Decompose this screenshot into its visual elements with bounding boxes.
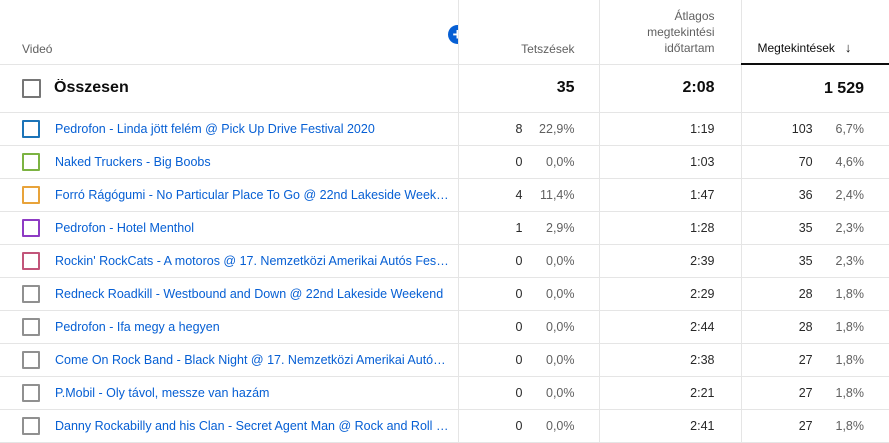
likes-column-header[interactable]: Tetszések <box>458 0 600 65</box>
table-row: Danny Rockabilly and his Clan - Secret A… <box>0 409 889 443</box>
video-title-link[interactable]: Naked Truckers - Big Boobs <box>55 155 451 169</box>
table-row: P.Mobil - Oly távol, messze van hazám 0 0,… <box>0 376 889 410</box>
views-percent: 1,8% <box>835 386 865 400</box>
table-row: Pedrofon - Ifa megy a hegyen 0 0,0% 2:44 28 1… <box>0 310 889 344</box>
total-label: Összesen <box>54 79 129 97</box>
analytics-table: Videó + Tetszések Átlagos megtekintési i… <box>0 0 889 443</box>
views-value: 103 <box>791 122 813 136</box>
table-row: Pedrofon - Hotel Menthol 1 2,9% 1:28 35 2,3% <box>0 211 889 245</box>
video-title-link[interactable]: P.Mobil - Oly távol, messze van hazám <box>55 386 451 400</box>
likes-value: 0 <box>515 419 523 433</box>
views-column-label: Megtekintések <box>757 41 835 55</box>
row-checkbox[interactable] <box>22 285 40 303</box>
table-row: Pedrofon - Linda jött felém @ Pick Up Dr… <box>0 112 889 146</box>
views-value: 28 <box>798 320 813 334</box>
video-title-link[interactable]: Pedrofon - Linda jött felém @ Pick Up Dr… <box>55 122 451 136</box>
avg-duration-value: 2:44 <box>599 310 742 344</box>
views-value: 27 <box>798 353 813 367</box>
video-title-link[interactable]: Come On Rock Band - Black Night @ 17. Ne… <box>55 353 451 367</box>
avg-duration-label-line-3: időtartam <box>664 40 715 55</box>
likes-value: 1 <box>515 221 523 235</box>
video-column-header: Videó + <box>0 0 459 65</box>
row-checkbox[interactable] <box>22 120 40 138</box>
row-checkbox[interactable] <box>22 351 40 369</box>
table-row: Rockin' RockCats - A motoros @ 17. Nemze… <box>0 244 889 278</box>
table-row: Come On Rock Band - Black Night @ 17. Ne… <box>0 343 889 377</box>
plus-circle-icon[interactable]: + <box>448 25 457 44</box>
avg-duration-value: 2:41 <box>599 409 742 443</box>
likes-percent: 0,0% <box>546 287 575 301</box>
avg-duration-label-line-1: Átlagos <box>674 8 715 23</box>
header-row: Videó + Tetszések Átlagos megtekintési i… <box>0 0 889 65</box>
views-percent: 1,8% <box>835 419 865 433</box>
avg-duration-column-header[interactable]: Átlagos megtekintési időtartam <box>599 0 742 65</box>
likes-percent: 0,0% <box>546 254 575 268</box>
table-row: Naked Truckers - Big Boobs 0 0,0% 1:03 70 4,6… <box>0 145 889 179</box>
video-title-link[interactable]: Pedrofon - Ifa megy a hegyen <box>55 320 451 334</box>
video-title-link[interactable]: Pedrofon - Hotel Menthol <box>55 221 451 235</box>
likes-value: 0 <box>515 353 523 367</box>
row-checkbox[interactable] <box>22 318 40 336</box>
views-value: 35 <box>798 221 813 235</box>
total-views: 1 529 <box>741 64 889 113</box>
views-value: 27 <box>798 386 813 400</box>
total-likes: 35 <box>458 64 600 113</box>
likes-percent: 0,0% <box>546 155 575 169</box>
likes-percent: 0,0% <box>546 353 575 367</box>
avg-duration-value: 1:19 <box>599 112 742 146</box>
views-percent: 2,4% <box>835 188 865 202</box>
likes-value: 0 <box>515 287 523 301</box>
avg-duration-value: 1:28 <box>599 211 742 245</box>
row-checkbox[interactable] <box>22 219 40 237</box>
row-checkbox[interactable] <box>22 153 40 171</box>
views-percent: 2,3% <box>835 254 865 268</box>
avg-duration-value: 2:29 <box>599 277 742 311</box>
likes-value: 0 <box>515 155 523 169</box>
total-avg-duration: 2:08 <box>599 64 742 113</box>
likes-value: 0 <box>515 320 523 334</box>
total-checkbox[interactable] <box>22 78 41 98</box>
likes-percent: 22,9% <box>539 122 575 136</box>
likes-percent: 0,0% <box>546 320 575 334</box>
views-value: 70 <box>798 155 813 169</box>
views-percent: 1,8% <box>835 353 865 367</box>
views-value: 27 <box>798 419 813 433</box>
views-percent: 4,6% <box>835 155 865 169</box>
views-column-header[interactable]: Megtekintések ↓ <box>741 0 889 65</box>
video-title-link[interactable]: Danny Rockabilly and his Clan - Secret A… <box>55 419 451 433</box>
sort-arrow-down-icon: ↓ <box>844 40 852 55</box>
avg-duration-value: 1:47 <box>599 178 742 212</box>
video-title-link[interactable]: Forró Rágógumi - No Particular Place To … <box>55 188 451 202</box>
avg-duration-value: 2:38 <box>599 343 742 377</box>
views-value: 28 <box>798 287 813 301</box>
total-row: Összesen 35 2:08 1 529 <box>0 64 889 113</box>
avg-duration-value: 2:39 <box>599 244 742 278</box>
likes-value: 0 <box>515 386 523 400</box>
avg-duration-value: 1:03 <box>599 145 742 179</box>
table-row: Redneck Roadkill - Westbound and Down @ … <box>0 277 889 311</box>
row-checkbox[interactable] <box>22 186 40 204</box>
avg-duration-value: 2:21 <box>599 376 742 410</box>
likes-value: 0 <box>515 254 523 268</box>
row-checkbox[interactable] <box>22 417 40 435</box>
video-title-link[interactable]: Redneck Roadkill - Westbound and Down @ … <box>55 287 451 301</box>
avg-duration-label-line-2: megtekintési <box>647 24 715 39</box>
views-percent: 1,8% <box>835 287 865 301</box>
video-title-link[interactable]: Rockin' RockCats - A motoros @ 17. Nemze… <box>55 254 451 268</box>
likes-value: 4 <box>515 188 523 202</box>
views-percent: 6,7% <box>835 122 865 136</box>
likes-percent: 2,9% <box>546 221 575 235</box>
likes-percent: 0,0% <box>546 419 575 433</box>
video-column-label: Videó <box>22 41 53 56</box>
likes-percent: 11,4% <box>539 188 575 202</box>
views-percent: 2,3% <box>835 221 865 235</box>
likes-value: 8 <box>515 122 523 136</box>
row-checkbox[interactable] <box>22 252 40 270</box>
table-row: Forró Rágógumi - No Particular Place To … <box>0 178 889 212</box>
views-value: 35 <box>798 254 813 268</box>
likes-percent: 0,0% <box>546 386 575 400</box>
views-percent: 1,8% <box>835 320 865 334</box>
views-value: 36 <box>798 188 813 202</box>
row-checkbox[interactable] <box>22 384 40 402</box>
